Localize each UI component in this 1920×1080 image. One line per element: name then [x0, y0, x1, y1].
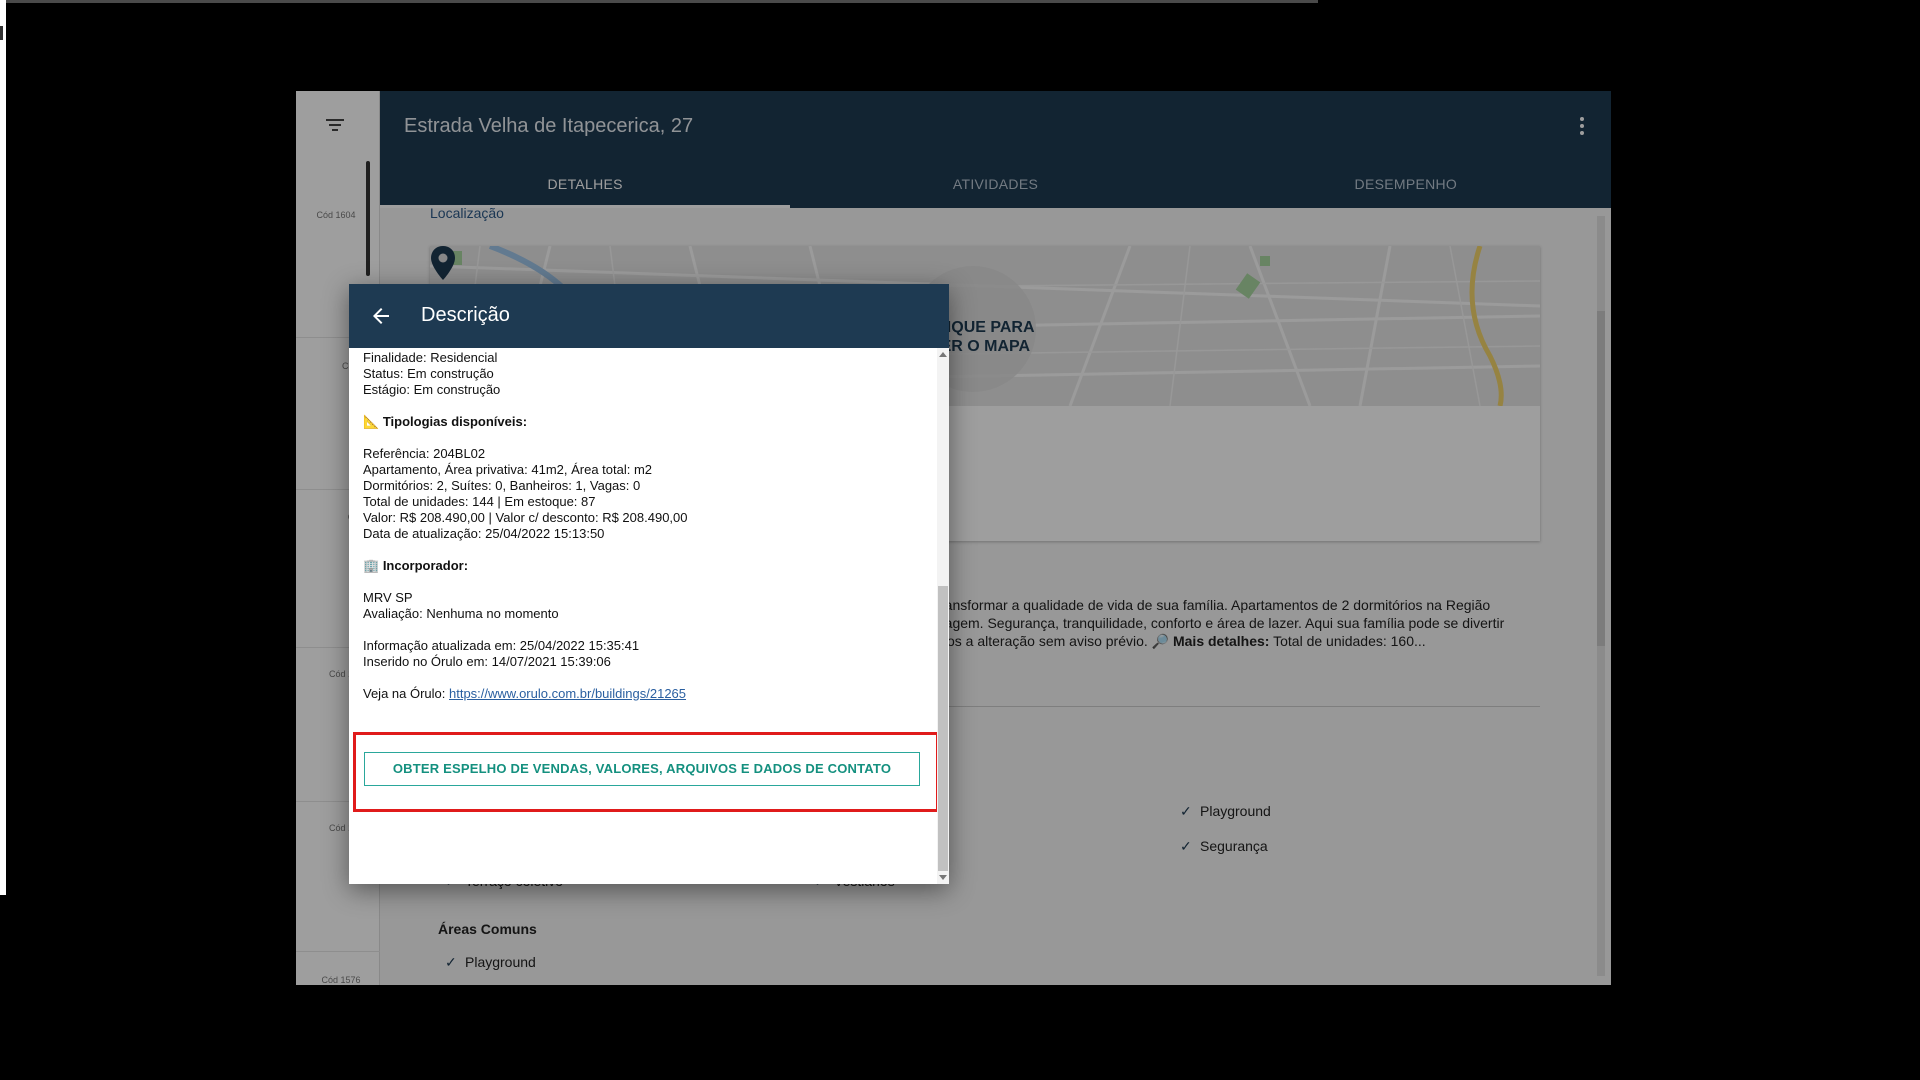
orulo-link[interactable]: https://www.orulo.com.br/buildings/21265 [449, 686, 686, 701]
incorporador-heading: 🏢 Incorporador: [363, 558, 469, 573]
scroll-up-icon[interactable] [939, 352, 947, 357]
left-edge-window [0, 0, 6, 895]
referencia-text: Referência: 204BL02 [363, 446, 486, 461]
left-edge-mark [0, 26, 3, 40]
obter-espelho-button[interactable]: OBTER ESPELHO DE VENDAS, VALORES, ARQUIV… [364, 752, 920, 786]
dialog-header: Descrição [349, 284, 949, 348]
valor-text: Valor: R$ 208.490,00 | Valor c/ desconto… [363, 510, 688, 525]
status-text: Status: Em construção [363, 366, 494, 381]
top-edge-line [0, 0, 1318, 3]
dormitorios-text: Dormitórios: 2, Suítes: 0, Banheiros: 1,… [363, 478, 641, 493]
incorporador-name: MRV SP [363, 590, 413, 605]
arrow-back-icon[interactable] [371, 306, 391, 326]
screen: Cód 1604 Cód 1 Cód Cód 156 Cód 157 Cód 1… [0, 0, 1920, 1080]
unidades-text: Total de unidades: 144 | Em estoque: 87 [363, 494, 596, 509]
description-dialog: Descrição Finalidade: Residencial Status… [349, 284, 949, 884]
data-atualizacao-text: Data de atualização: 25/04/2022 15:13:50 [363, 526, 605, 541]
veja-na-orulo: Veja na Órulo: https://www.orulo.com.br/… [363, 686, 687, 701]
inserido-text: Inserido no Órulo em: 14/07/2021 15:39:0… [363, 654, 611, 669]
dialog-title: Descrição [421, 304, 510, 326]
area-text: Apartamento, Área privativa: 41m2, Área … [363, 462, 653, 477]
dialog-content: Finalidade: Residencial Status: Em const… [363, 350, 923, 702]
tipologias-heading: 📐 Tipologias disponíveis: [363, 414, 528, 429]
building-icon: 🏢 [363, 558, 380, 573]
ruler-icon: 📐 [363, 414, 380, 429]
estagio-text: Estágio: Em construção [363, 382, 501, 397]
dialog-scrollbar-thumb[interactable] [938, 586, 948, 871]
avaliacao-text: Avaliação: Nenhuma no momento [363, 606, 559, 621]
finalidade-text: Finalidade: Residencial [363, 350, 498, 365]
scroll-down-icon[interactable] [939, 875, 947, 880]
info-atualizada-text: Informação atualizada em: 25/04/2022 15:… [363, 638, 640, 653]
